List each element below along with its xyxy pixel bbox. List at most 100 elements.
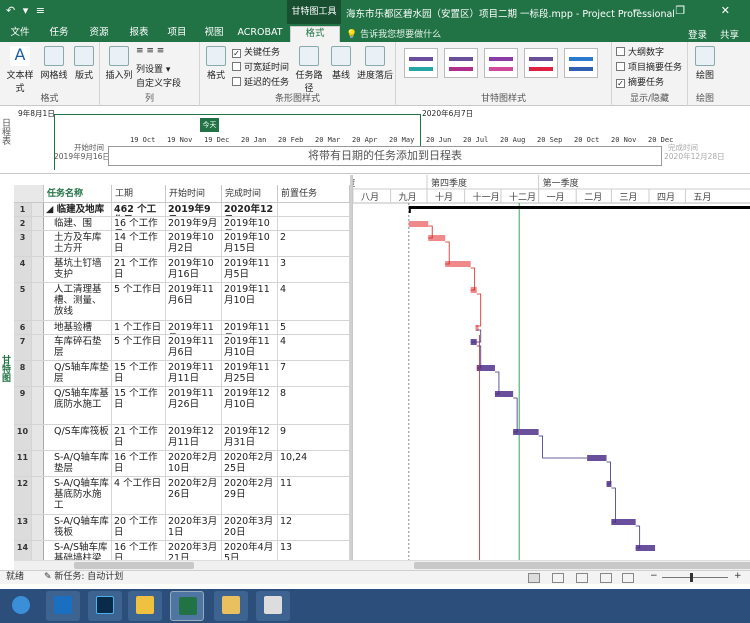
gantt-chart[interactable]: 第三季度 第四季度 第一季度八月 九月 十月 十一月十二月一月 二月 三月 四月 五月 <box>352 175 750 560</box>
table-row[interactable]: 14 S-A/S轴车库基础墙柱梁板16 个工作日2020年3月21日2020年4月… <box>14 541 350 560</box>
table-row[interactable]: 11 S-A/Q轴车库垫层 16 个工作日 2020年2月10日 2020年2月25日 1… <box>14 451 350 477</box>
cell-task-name[interactable]: ◢ 临建及地库 <box>44 203 112 216</box>
cell-duration[interactable]: 4 个工作日 <box>112 477 166 514</box>
text-styles-button[interactable]: A 文本样式 <box>4 46 36 95</box>
col-header-start[interactable]: 开始时间 <box>166 185 222 203</box>
cell-duration[interactable]: 5 个工作日 <box>112 283 166 320</box>
cell-task-name[interactable]: Q/S轴车库垫层 <box>44 361 112 386</box>
taskbar-outlook[interactable] <box>46 591 80 621</box>
table-row[interactable]: 13 S-A/Q轴车库筏板 20 个工作日 2020年3月1日 2020年3月20日 12 <box>14 515 350 541</box>
task-path-button[interactable]: 任务路径 <box>292 46 326 94</box>
cell-duration[interactable]: 20 个工作日 <box>112 515 166 540</box>
row-number[interactable]: 3 <box>14 231 32 256</box>
cell-start[interactable]: 2019年9月1 <box>166 203 222 216</box>
tab-project[interactable]: 项目 <box>158 26 196 42</box>
cell-predecessors[interactable]: 13 <box>278 541 350 560</box>
cell-finish[interactable]: 2019年10月 <box>222 217 278 230</box>
cell-start[interactable]: 2019年10月16日 <box>166 257 222 282</box>
row-number[interactable]: 7 <box>14 335 32 360</box>
start-button[interactable] <box>4 591 38 621</box>
cell-finish[interactable]: 2019年11月 <box>222 321 278 334</box>
table-row[interactable]: 8 Q/S轴车库垫层 15 个工作日 2019年11月11日 2019年11月25日 7 <box>14 361 350 387</box>
cell-finish[interactable]: 2020年3月20日 <box>222 515 278 540</box>
gantt-style-thumb-2[interactable] <box>444 48 478 78</box>
cell-finish[interactable]: 2020年4月5日 <box>222 541 278 560</box>
zoom-in-icon[interactable]: + <box>734 570 742 583</box>
view-task-usage-icon[interactable] <box>552 573 564 583</box>
cell-task-name[interactable]: S-A/Q轴车库筏板 <box>44 515 112 540</box>
tab-task[interactable]: 任务 <box>40 26 78 42</box>
row-number[interactable]: 8 <box>14 361 32 386</box>
cell-finish[interactable]: 2019年11月10日 <box>222 335 278 360</box>
cell-duration[interactable]: 1 个工作日 <box>112 321 166 334</box>
cell-duration[interactable]: 21 个工作日 <box>112 425 166 450</box>
cell-duration[interactable]: 16 个工作日 <box>112 451 166 476</box>
cell-finish[interactable]: 2020年2月29日 <box>222 477 278 514</box>
tell-me-box[interactable]: 💡 告诉我您想要做什么 <box>346 27 441 40</box>
tab-resource[interactable]: 资源 <box>80 26 118 42</box>
col-header-duration[interactable]: 工期 <box>112 185 166 203</box>
outline-number-checkbox[interactable]: 大纲数字 <box>616 45 664 58</box>
column-settings-button[interactable]: 列设置 ▾ <box>136 62 198 75</box>
cell-task-name[interactable]: S-A/S轴车库基础墙柱梁板 <box>44 541 112 560</box>
cell-task-name[interactable]: 车库碎石垫层 <box>44 335 112 360</box>
taskbar-photoshop[interactable] <box>88 591 122 621</box>
cell-predecessors[interactable]: 2 <box>278 231 350 256</box>
col-header-predecessors[interactable]: 前置任务 <box>278 185 350 203</box>
table-row[interactable]: 6地基验槽1 个工作日2019年11月2019年11月5 <box>14 321 350 335</box>
cell-start[interactable]: 2020年2月26日 <box>166 477 222 514</box>
cell-start[interactable]: 2019年11月26日 <box>166 387 222 424</box>
tab-acrobat[interactable]: ACROBAT <box>234 26 286 42</box>
row-number[interactable]: 5 <box>14 283 32 320</box>
table-row[interactable]: 7 车库碎石垫层 5 个工作日 2019年11月6日 2019年11月10日 4 <box>14 335 350 361</box>
table-row[interactable]: 9 Q/S轴车库基底防水施工 15 个工作日 2019年11月26日 2019年12月1… <box>14 387 350 425</box>
align-buttons[interactable]: ≡ ≡ ≡ <box>136 46 196 58</box>
window-controls[interactable]: ─ ❐ ✕ <box>633 4 746 17</box>
cell-predecessors[interactable]: 4 <box>278 335 350 360</box>
tab-view[interactable]: 视图 <box>196 26 232 42</box>
cell-task-name[interactable]: 基坑土钉墙支护 <box>44 257 112 282</box>
scroll-thumb-table[interactable] <box>74 562 194 569</box>
tab-format[interactable]: 格式 <box>290 26 340 42</box>
cell-duration[interactable]: 15 个工作日 <box>112 387 166 424</box>
table-row[interactable]: 3 土方及车库土方开 14 个工作日 2019年10月2日 2019年10月15日 2 <box>14 231 350 257</box>
drawing-button[interactable]: 绘图 <box>692 46 718 81</box>
table-row[interactable]: 1 ◢ 临建及地库462 个工作日2019年9月12020年12月 <box>14 203 350 217</box>
insert-column-button[interactable]: 插入列 <box>104 46 134 81</box>
cell-start[interactable]: 2019年11月6日 <box>166 283 222 320</box>
cell-predecessors[interactable]: 12 <box>278 515 350 540</box>
sign-in-link[interactable]: 登录 <box>688 27 707 41</box>
cell-duration[interactable]: 16 个工作日 <box>112 217 166 230</box>
layout-button[interactable]: 版式 <box>72 46 96 81</box>
table-row[interactable]: 2 临建、围16 个工作日2019年9月12019年10月 <box>14 217 350 231</box>
tab-report[interactable]: 报表 <box>120 26 158 42</box>
custom-fields-button[interactable]: 自定义字段 <box>136 76 198 89</box>
cell-start[interactable]: 2020年3月1日 <box>166 515 222 540</box>
cell-duration[interactable]: 5 个工作日 <box>112 335 166 360</box>
row-number[interactable]: 4 <box>14 257 32 282</box>
gantt-style-thumb-3[interactable] <box>484 48 518 78</box>
cell-start[interactable]: 2019年11月11日 <box>166 361 222 386</box>
taskbar-project[interactable] <box>170 591 204 621</box>
horizontal-scrollbar[interactable] <box>14 560 750 570</box>
cell-duration[interactable]: 15 个工作日 <box>112 361 166 386</box>
critical-tasks-checkbox[interactable]: ✓ 关键任务 <box>232 45 280 58</box>
zoom-out-icon[interactable]: − <box>650 570 658 583</box>
cell-predecessors[interactable]: 10,24 <box>278 451 350 476</box>
cell-task-name[interactable]: S-A/Q轴车库垫层 <box>44 451 112 476</box>
quick-access-toolbar[interactable]: ↶ ▾ ≡ <box>6 4 47 17</box>
cell-start[interactable]: 2019年11月6日 <box>166 335 222 360</box>
cell-predecessors[interactable]: 9 <box>278 425 350 450</box>
cell-finish[interactable]: 2020年2月25日 <box>222 451 278 476</box>
project-summary-checkbox[interactable]: 项目摘要任务 <box>616 60 682 73</box>
slippage-button[interactable]: 进度落后 <box>356 46 394 81</box>
cell-task-name[interactable]: S-A/Q轴车库基底防水施工 <box>44 477 112 514</box>
cell-finish[interactable]: 2019年10月15日 <box>222 231 278 256</box>
scroll-thumb-gantt[interactable] <box>414 562 750 569</box>
tab-file[interactable]: 文件 <box>4 26 36 42</box>
select-all-corner[interactable] <box>14 185 44 203</box>
col-header-task-name[interactable]: 任务名称 <box>44 185 112 203</box>
taskbar-notes[interactable] <box>128 591 162 621</box>
summary-tasks-checkbox[interactable]: ✓ 摘要任务 <box>616 75 664 88</box>
view-report-icon[interactable] <box>622 573 634 583</box>
